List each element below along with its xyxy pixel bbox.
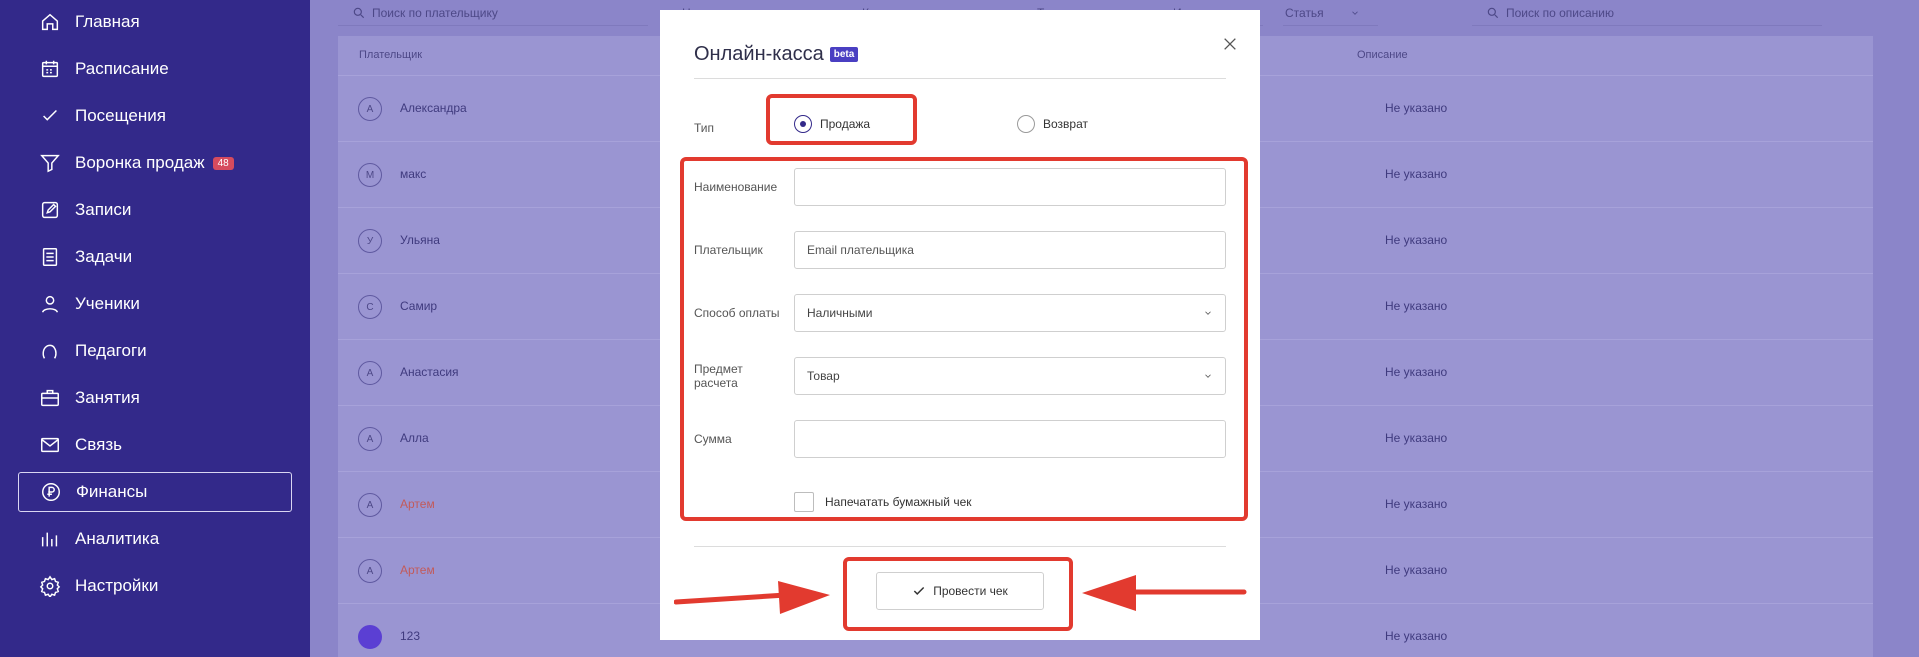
payer-name: Алла bbox=[400, 431, 429, 445]
avatar: У bbox=[358, 229, 382, 253]
avatar: А bbox=[358, 493, 382, 517]
chevron-down-icon bbox=[1351, 10, 1358, 15]
sidebar-item-sales-funnel[interactable]: Воронка продаж 48 bbox=[18, 143, 292, 183]
avatar: А bbox=[358, 427, 382, 451]
sidebar-item-label: Связь bbox=[75, 435, 122, 454]
funnel-count-badge: 48 bbox=[212, 156, 234, 170]
calendar-icon bbox=[39, 58, 61, 80]
row-description: Не указано bbox=[1385, 431, 1448, 445]
sidebar-item-label: Аналитика bbox=[75, 529, 160, 548]
payer-name: Артем bbox=[400, 563, 435, 577]
close-icon bbox=[1224, 38, 1236, 50]
row-description: Не указано bbox=[1385, 629, 1448, 643]
ruble-icon bbox=[40, 481, 62, 503]
payer-name: Самир bbox=[400, 299, 438, 313]
row-description: Не указано bbox=[1385, 497, 1448, 511]
sidebar-item-label: Задачи bbox=[75, 247, 133, 266]
sidebar-item-classes[interactable]: Занятия bbox=[18, 378, 292, 418]
sidebar-item-records[interactable]: Записи bbox=[18, 190, 292, 230]
avatar: М bbox=[358, 163, 382, 187]
sidebar-item-tasks[interactable]: Задачи bbox=[18, 237, 292, 277]
article-filter[interactable]: Статья bbox=[1283, 0, 1378, 26]
settings-icon bbox=[39, 575, 61, 597]
annotation-box-fields bbox=[680, 157, 1248, 521]
payer-search-filter[interactable]: Поиск по плательщику bbox=[338, 0, 648, 26]
sidebar-item-label: Записи bbox=[75, 200, 132, 219]
radio-unselected-icon bbox=[1017, 115, 1035, 133]
sidebar-item-communication[interactable]: Связь bbox=[18, 425, 292, 465]
search-icon bbox=[1487, 7, 1499, 18]
annotation-box-submit bbox=[843, 557, 1073, 631]
divider bbox=[694, 546, 1226, 547]
modal-title-text: Онлайн-касса bbox=[694, 43, 824, 65]
annotation-arrow-right bbox=[674, 581, 830, 614]
payer-name: Александра bbox=[400, 101, 467, 115]
payer-search-placeholder: Поиск по плательщику bbox=[372, 5, 498, 20]
type-label: Тип bbox=[694, 121, 715, 135]
column-header-description[interactable]: Описание bbox=[1357, 36, 1408, 74]
sidebar-item-label: Ученики bbox=[75, 294, 140, 313]
search-icon bbox=[353, 7, 365, 18]
sidebar-item-label: Воронка продаж bbox=[75, 153, 205, 172]
sidebar-item-attendance[interactable]: Посещения bbox=[18, 96, 292, 136]
close-button[interactable] bbox=[1218, 32, 1242, 56]
sidebar-item-finance[interactable]: Финансы bbox=[18, 472, 292, 512]
row-description: Не указано bbox=[1385, 233, 1448, 247]
payer-name: 123 bbox=[400, 629, 421, 643]
funnel-icon bbox=[39, 152, 61, 174]
description-search-placeholder: Поиск по описанию bbox=[1506, 5, 1614, 20]
sidebar-item-teachers[interactable]: Педагоги bbox=[18, 331, 292, 371]
divider bbox=[694, 78, 1226, 79]
refund-radio[interactable]: Возврат bbox=[1017, 115, 1088, 133]
refund-radio-label: Возврат bbox=[1043, 117, 1088, 131]
home-icon bbox=[39, 11, 61, 33]
sidebar-item-label: Посещения bbox=[75, 106, 166, 125]
user-icon bbox=[39, 293, 61, 315]
row-description: Не указано bbox=[1385, 563, 1448, 577]
article-filter-label: Статья bbox=[1285, 5, 1324, 20]
avatar: А bbox=[358, 559, 382, 583]
sidebar-item-home[interactable]: Главная bbox=[18, 2, 292, 42]
description-search-filter[interactable]: Поиск по описанию bbox=[1472, 0, 1822, 26]
annotation-box-type bbox=[766, 94, 917, 145]
row-description: Не указано bbox=[1385, 365, 1448, 379]
check-icon bbox=[39, 105, 61, 127]
sidebar-item-label: Настройки bbox=[75, 576, 159, 595]
avatar: А bbox=[358, 97, 382, 121]
payer-name: Анастасия bbox=[400, 365, 459, 379]
sidebar-item-schedule[interactable]: Расписание bbox=[18, 49, 292, 89]
tasks-icon bbox=[39, 246, 61, 268]
payer-name: Ульяна bbox=[400, 233, 440, 247]
sidebar-item-label: Занятия bbox=[75, 388, 140, 407]
beta-badge: beta bbox=[829, 47, 859, 62]
row-description: Не указано bbox=[1385, 299, 1448, 313]
sidebar: Главная Расписание Посещения Воронка про… bbox=[0, 0, 310, 657]
payer-name: макс bbox=[400, 167, 427, 181]
column-header-payer[interactable]: Плательщик bbox=[359, 36, 422, 74]
avatar: А bbox=[358, 361, 382, 385]
sidebar-item-students[interactable]: Ученики bbox=[18, 284, 292, 324]
sidebar-item-label: Главная bbox=[75, 12, 140, 31]
briefcase-icon bbox=[39, 387, 61, 409]
mail-icon bbox=[39, 434, 61, 456]
modal-title: Онлайн-касса beta bbox=[694, 43, 859, 66]
payer-name: Артем bbox=[400, 497, 435, 511]
sidebar-item-settings[interactable]: Настройки bbox=[18, 566, 292, 606]
row-description: Не указано bbox=[1385, 167, 1448, 181]
avatar: С bbox=[358, 295, 382, 319]
chart-icon bbox=[39, 528, 61, 550]
avatar-image bbox=[358, 625, 382, 649]
edit-icon bbox=[39, 199, 61, 221]
sidebar-item-label: Расписание bbox=[75, 59, 169, 78]
teacher-icon bbox=[39, 340, 61, 362]
row-description: Не указано bbox=[1385, 101, 1448, 115]
sidebar-item-label: Педагоги bbox=[75, 341, 147, 360]
annotation-arrow-left bbox=[1082, 575, 1247, 611]
sidebar-item-analytics[interactable]: Аналитика bbox=[18, 519, 292, 559]
sidebar-item-label: Финансы bbox=[76, 482, 148, 501]
